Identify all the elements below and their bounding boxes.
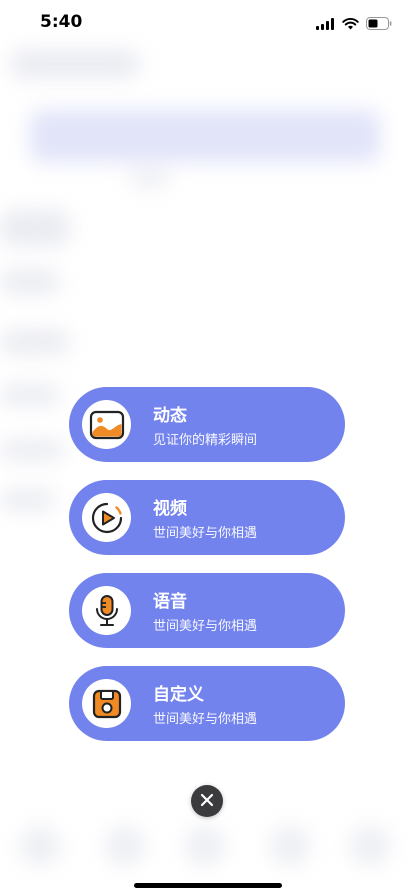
play-icon xyxy=(82,493,131,542)
menu-item-title: 动态 xyxy=(153,406,187,426)
wifi-icon xyxy=(342,15,359,34)
battery-icon xyxy=(366,15,392,34)
status-icons xyxy=(316,15,392,34)
close-button[interactable] xyxy=(191,785,223,817)
menu-item-title: 自定义 xyxy=(153,685,204,705)
status-time: 5:40 xyxy=(40,12,83,32)
publish-menu: 动态 见证你的精彩瞬间 视频 世间美好与你相遇 语音 世间美好与你相遇 自定义 … xyxy=(69,387,345,759)
menu-item-title: 语音 xyxy=(153,592,187,612)
menu-item-moment[interactable]: 动态 见证你的精彩瞬间 xyxy=(69,387,345,462)
menu-item-subtitle: 见证你的精彩瞬间 xyxy=(153,433,258,448)
status-bar: 5:40 xyxy=(0,0,414,44)
home-indicator[interactable] xyxy=(134,883,282,888)
menu-item-title: 视频 xyxy=(153,499,187,519)
menu-item-subtitle: 世间美好与你相遇 xyxy=(153,712,258,727)
custom-icon xyxy=(82,679,131,728)
image-icon xyxy=(82,400,131,449)
menu-item-video[interactable]: 视频 世间美好与你相遇 xyxy=(69,480,345,555)
microphone-icon xyxy=(82,586,131,635)
signal-icon xyxy=(316,15,335,34)
close-icon xyxy=(200,792,214,811)
menu-item-custom[interactable]: 自定义 世间美好与你相遇 xyxy=(69,666,345,741)
menu-item-subtitle: 世间美好与你相遇 xyxy=(153,526,258,541)
menu-item-subtitle: 世间美好与你相遇 xyxy=(153,619,258,634)
menu-item-voice[interactable]: 语音 世间美好与你相遇 xyxy=(69,573,345,648)
